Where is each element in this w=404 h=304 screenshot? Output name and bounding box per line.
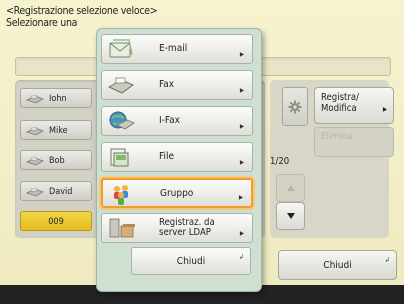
menu-item-file[interactable]: File ▶ xyxy=(101,142,253,172)
fax-icon xyxy=(26,157,44,166)
menu-item-label: Fax xyxy=(159,79,175,90)
ifax-icon xyxy=(109,111,135,130)
delete-button[interactable]: Elimina xyxy=(314,127,394,157)
ldap-server-icon xyxy=(109,218,135,238)
list-item-label: Bob xyxy=(49,156,65,166)
close-label: Chiudi xyxy=(323,260,352,271)
triangle-up-icon xyxy=(286,185,295,191)
list-item-label: 009 xyxy=(48,217,64,227)
list-item[interactable]: Bob xyxy=(20,150,92,170)
arrow-icon: ▶ xyxy=(239,87,244,94)
list-item-label: Iohn xyxy=(49,94,67,104)
page-indicator: 1/20 xyxy=(270,156,290,167)
title-line-1: <Registrazione selezione veloce> xyxy=(6,5,158,17)
menu-item-label: Registraz. da server LDAP xyxy=(159,217,215,238)
triangle-down-icon xyxy=(286,213,295,219)
arrow-icon: ▶ xyxy=(239,123,244,130)
file-icon xyxy=(110,148,129,167)
menu-close-label: Chiudi xyxy=(176,256,206,267)
register-edit-label: Registra/ Modifica xyxy=(321,92,360,114)
destination-type-menu: E-mail ▶ Fax ▶ I-Fax ▶ File ▶ Gruppo ▶ R… xyxy=(96,28,262,292)
menu-item-ifax[interactable]: I-Fax ▶ xyxy=(101,106,253,136)
menu-item-email[interactable]: E-mail ▶ xyxy=(101,34,253,64)
menu-item-ldap[interactable]: Registraz. da server LDAP ▶ xyxy=(101,213,253,243)
fax-icon xyxy=(26,127,44,136)
menu-item-label: File xyxy=(159,151,174,162)
list-item-group[interactable]: 009 xyxy=(20,211,92,231)
menu-item-label: I-Fax xyxy=(159,115,180,126)
gear-icon xyxy=(288,100,302,113)
arrow-icon: ▶ xyxy=(382,106,387,113)
return-icon: ↲ xyxy=(384,256,390,264)
fax-icon xyxy=(26,188,44,197)
list-item-label: Mike xyxy=(49,126,68,136)
list-item[interactable]: Iohn xyxy=(20,88,92,108)
group-icon xyxy=(114,185,128,205)
page-title: <Registrazione selezione veloce> Selezio… xyxy=(6,5,158,29)
menu-item-label: E-mail xyxy=(159,43,188,54)
settings-button[interactable] xyxy=(282,87,308,126)
delete-label: Elimina xyxy=(321,131,353,142)
fax-icon xyxy=(107,77,135,94)
register-edit-button[interactable]: Registra/ Modifica ▶ xyxy=(314,87,394,124)
email-icon xyxy=(109,39,133,58)
menu-item-fax[interactable]: Fax ▶ xyxy=(101,70,253,100)
arrow-icon: ▶ xyxy=(238,194,243,201)
scroll-down-button[interactable] xyxy=(276,202,305,230)
list-item[interactable]: Mike xyxy=(20,120,92,140)
fax-icon xyxy=(26,95,44,104)
list-item[interactable]: David xyxy=(20,181,92,201)
menu-close-button[interactable]: Chiudi ↲ xyxy=(131,247,251,275)
arrow-icon: ▶ xyxy=(239,230,244,237)
scroll-up-button[interactable] xyxy=(276,174,305,202)
menu-item-label: Gruppo xyxy=(160,188,194,199)
arrow-icon: ▶ xyxy=(239,51,244,58)
close-button[interactable]: Chiudi ↲ xyxy=(278,250,397,280)
arrow-icon: ▶ xyxy=(239,159,244,166)
menu-item-group[interactable]: Gruppo ▶ xyxy=(101,178,253,208)
list-item-label: David xyxy=(49,187,73,197)
return-icon: ↲ xyxy=(238,253,244,261)
